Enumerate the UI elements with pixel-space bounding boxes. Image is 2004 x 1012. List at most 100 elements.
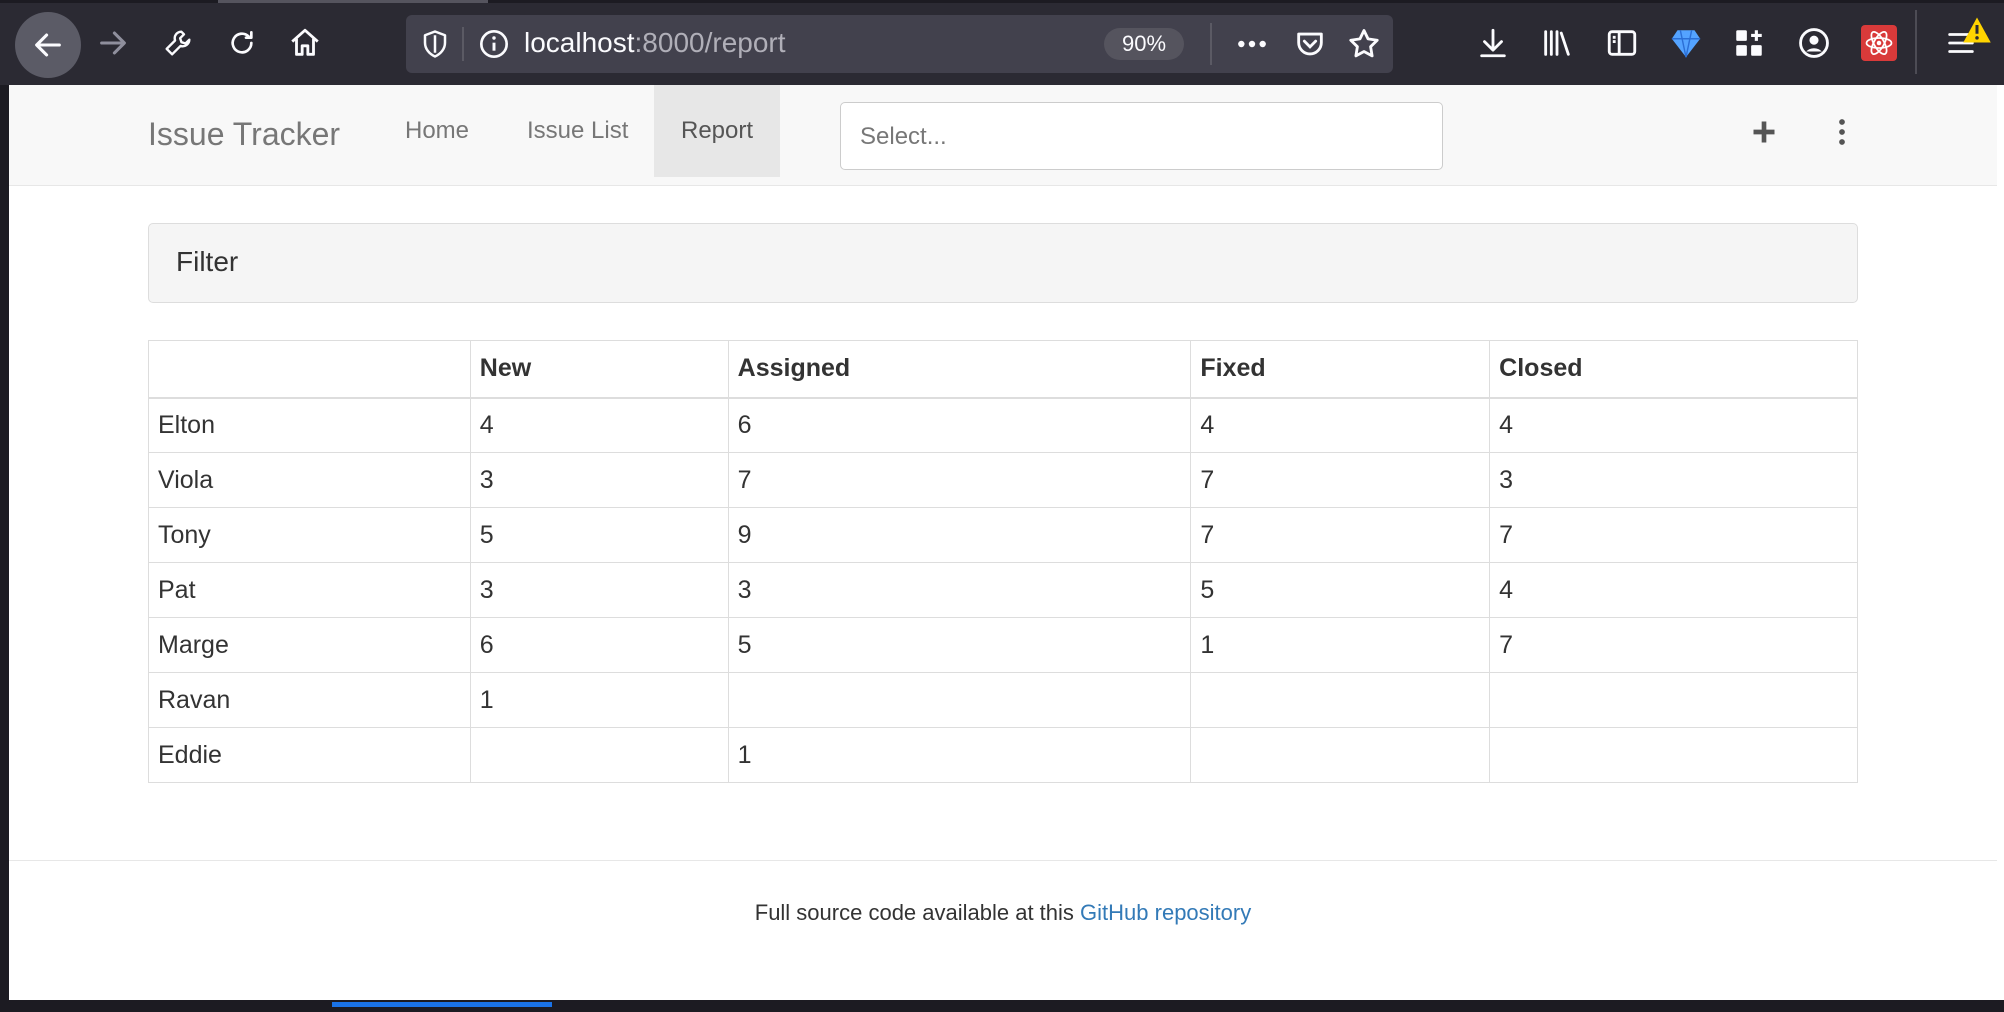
app-navbar: Issue Tracker Home Issue List Report Sel… bbox=[9, 85, 1997, 186]
home-icon bbox=[291, 28, 319, 56]
count-cell: 7 bbox=[727, 452, 1192, 508]
count-cell bbox=[727, 672, 1192, 728]
browser-toolbar: localhost:8000/report 90% bbox=[0, 0, 2004, 85]
pocket-icon[interactable] bbox=[1293, 27, 1327, 66]
wrench-icon bbox=[165, 30, 191, 56]
count-cell: 6 bbox=[727, 397, 1192, 453]
count-cell: 3 bbox=[469, 562, 729, 618]
owner-cell: Viola bbox=[148, 452, 471, 508]
plus-icon bbox=[1753, 121, 1775, 143]
count-cell: 5 bbox=[727, 617, 1192, 673]
sidebar-icon bbox=[1607, 30, 1637, 56]
count-cell: 3 bbox=[727, 562, 1192, 618]
count-cell: 4 bbox=[469, 397, 729, 453]
url-text[interactable]: localhost:8000/report bbox=[524, 27, 786, 59]
owner-cell: Ravan bbox=[148, 672, 471, 728]
footer-text: Full source code available at this GitHu… bbox=[9, 900, 1997, 926]
column-header-fixed: Fixed bbox=[1190, 340, 1491, 399]
toolbar-divider bbox=[1915, 10, 1917, 74]
dock-edge bbox=[0, 1000, 2004, 1012]
count-cell: 4 bbox=[1190, 397, 1491, 453]
sidebar-button[interactable] bbox=[1597, 18, 1647, 68]
table-row: Ravan 1 bbox=[148, 672, 1858, 728]
count-cell: 3 bbox=[469, 452, 729, 508]
warning-badge-icon bbox=[1962, 16, 1992, 49]
table-row: Marge 6 5 1 7 bbox=[148, 617, 1858, 673]
active-indicator bbox=[332, 1002, 552, 1007]
column-header-closed: Closed bbox=[1489, 340, 1858, 399]
tracking-shield-icon[interactable] bbox=[420, 28, 450, 65]
table-row: Pat 3 3 5 4 bbox=[148, 562, 1858, 618]
count-cell: 7 bbox=[1489, 617, 1858, 673]
count-cell bbox=[1489, 672, 1858, 728]
table-row: Eddie 1 bbox=[148, 727, 1858, 783]
back-button[interactable] bbox=[15, 12, 81, 78]
table-header-row: New Assigned Fixed Closed bbox=[148, 340, 1858, 399]
zoom-level-badge[interactable]: 90% bbox=[1104, 28, 1184, 60]
react-devtools-icon bbox=[1865, 31, 1893, 55]
filter-panel[interactable]: Filter bbox=[148, 223, 1858, 303]
owner-cell: Eddie bbox=[148, 727, 471, 783]
site-info-icon[interactable] bbox=[478, 28, 510, 65]
select-placeholder: Select... bbox=[860, 123, 947, 150]
count-cell: 6 bbox=[469, 617, 729, 673]
count-cell: 7 bbox=[1190, 452, 1491, 508]
count-cell bbox=[1489, 727, 1858, 783]
nav-link-issue-list[interactable]: Issue List bbox=[500, 85, 655, 177]
add-issue-button[interactable] bbox=[1747, 115, 1781, 149]
report-table: New Assigned Fixed Closed Elton 4 6 4 4 … bbox=[148, 340, 1858, 783]
download-icon bbox=[1480, 28, 1506, 58]
owner-cell: Elton bbox=[148, 397, 471, 453]
table-row: Viola 3 7 7 3 bbox=[148, 452, 1858, 508]
reload-icon bbox=[231, 31, 253, 54]
user-menu-button[interactable] bbox=[1825, 115, 1859, 149]
table-row: Elton 4 6 4 4 bbox=[148, 397, 1858, 453]
url-host: localhost bbox=[524, 27, 635, 58]
owner-cell: Pat bbox=[148, 562, 471, 618]
github-repository-link[interactable]: GitHub repository bbox=[1080, 900, 1251, 925]
count-cell bbox=[1190, 672, 1491, 728]
count-cell: 1 bbox=[727, 727, 1192, 783]
nav-link-home[interactable]: Home bbox=[378, 85, 496, 177]
count-cell: 7 bbox=[1489, 507, 1858, 563]
back-arrow-icon bbox=[35, 33, 61, 57]
downloads-button[interactable] bbox=[1468, 18, 1518, 68]
count-cell bbox=[1190, 727, 1491, 783]
gem-icon bbox=[1671, 30, 1701, 58]
issue-select-input[interactable]: Select... bbox=[840, 102, 1443, 170]
library-button[interactable] bbox=[1532, 18, 1582, 68]
nav-link-report[interactable]: Report bbox=[654, 85, 781, 177]
column-header-new: New bbox=[469, 340, 729, 399]
filter-panel-title[interactable]: Filter bbox=[176, 246, 238, 278]
gem-extension-button[interactable] bbox=[1661, 18, 1711, 68]
table-row: Tony 5 9 7 7 bbox=[148, 507, 1858, 563]
account-button[interactable] bbox=[1789, 18, 1839, 68]
home-button[interactable] bbox=[280, 18, 330, 68]
url-bar[interactable]: localhost:8000/report 90% bbox=[406, 15, 1393, 73]
star-icon[interactable] bbox=[1346, 26, 1382, 67]
brand-title[interactable]: Issue Tracker bbox=[148, 116, 340, 153]
page-footer: Full source code available at this GitHu… bbox=[9, 860, 1997, 1000]
count-cell: 7 bbox=[1190, 507, 1491, 563]
extensions-icon bbox=[1736, 30, 1762, 56]
react-devtools-button[interactable] bbox=[1861, 25, 1897, 61]
tools-button[interactable] bbox=[153, 18, 203, 68]
url-divider bbox=[1210, 23, 1212, 65]
more-dots-icon[interactable] bbox=[1232, 28, 1272, 65]
count-cell: 5 bbox=[1190, 562, 1491, 618]
count-cell bbox=[469, 727, 729, 783]
forward-button[interactable] bbox=[88, 18, 138, 68]
count-cell: 3 bbox=[1489, 452, 1858, 508]
count-cell: 4 bbox=[1489, 562, 1858, 618]
column-header-assigned: Assigned bbox=[727, 340, 1192, 399]
owner-cell: Marge bbox=[148, 617, 471, 673]
extensions-button[interactable] bbox=[1724, 18, 1774, 68]
url-path: :8000/report bbox=[634, 27, 786, 58]
count-cell: 9 bbox=[727, 507, 1192, 563]
count-cell: 4 bbox=[1489, 397, 1858, 453]
forward-arrow-icon bbox=[100, 31, 126, 55]
window-edge bbox=[1997, 85, 2004, 1000]
reload-button[interactable] bbox=[217, 18, 267, 68]
footer-label: Full source code available at this bbox=[754, 900, 1081, 925]
count-cell: 5 bbox=[469, 507, 729, 563]
